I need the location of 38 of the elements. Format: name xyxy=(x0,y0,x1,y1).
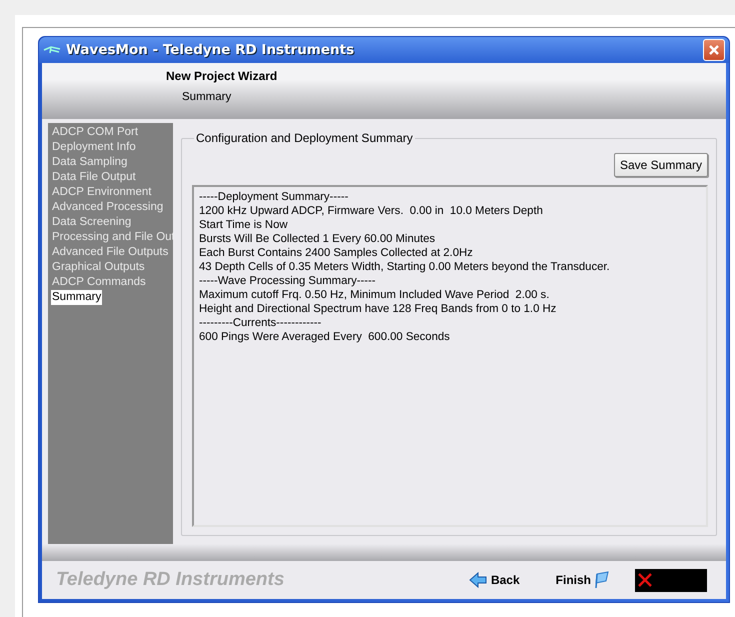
arrow-left-icon xyxy=(468,572,487,588)
summary-line: Start Time is Now xyxy=(199,218,288,232)
close-button[interactable] xyxy=(703,39,725,61)
sidebar-item[interactable]: ADCP Environment xyxy=(51,185,152,200)
sidebar-item[interactable]: Graphical Outputs xyxy=(51,260,146,275)
save-summary-button[interactable]: Save Summary xyxy=(614,153,708,177)
wizard-title: New Project Wizard xyxy=(166,69,278,83)
summary-line: Each Burst Contains 2400 Samples Collected at 2.0Hz xyxy=(199,246,473,260)
summary-line: -----Wave Processing Summary----- xyxy=(199,274,376,288)
sidebar-item[interactable]: Data File Output xyxy=(51,170,137,185)
sidebar-item[interactable]: Advanced File Outputs xyxy=(51,245,170,260)
summary-line: Height and Directional Spectrum have 128 Freq Bands from 0 to 1.0 Hz xyxy=(199,302,556,316)
sidebar-item[interactable]: ADCP COM Port xyxy=(51,125,140,140)
summary-line: 600 Pings Were Averaged Every 600.00 Seconds xyxy=(199,330,450,344)
sidebar-item[interactable]: Data Screening xyxy=(51,215,132,230)
summary-line: 43 Depth Cells of 0.35 Meters Width, Starting 0.00 Meters beyond the Transducer. xyxy=(199,260,610,274)
step-subtitle: Summary xyxy=(182,91,232,103)
sidebar-item[interactable]: ADCP Commands xyxy=(51,275,147,290)
cancel-button[interactable] xyxy=(635,568,707,592)
sidebar-item[interactable]: Data Sampling xyxy=(51,155,128,170)
group-title: Configuration and Deployment Summary xyxy=(195,131,414,145)
summary-line: 1200 kHz Upward ADCP, Firmware Vers. 0.00 in 10.0 Meters Depth xyxy=(199,204,543,218)
finish-button[interactable]: Finish xyxy=(556,571,609,589)
summary-text-area[interactable] xyxy=(192,185,708,527)
summary-line: -----Deployment Summary----- xyxy=(199,190,348,204)
brand-text: Teledyne RD Instruments xyxy=(56,569,286,591)
sidebar-item[interactable]: Deployment Info xyxy=(51,140,137,155)
sidebar-item[interactable]: Advanced Processing xyxy=(51,200,164,215)
summary-line: ---------Currents------------ xyxy=(199,316,322,330)
summary-line: Maximum cutoff Frq. 0.50 Hz, Minimum Included Wave Period 2.00 s. xyxy=(199,288,550,302)
close-icon xyxy=(708,44,720,56)
back-button[interactable]: Back xyxy=(468,572,520,588)
cross-icon xyxy=(638,573,652,587)
app-logo-icon xyxy=(43,45,61,55)
flag-icon xyxy=(595,571,609,589)
sidebar-item[interactable]: Summary xyxy=(51,290,102,305)
summary-line: Bursts Will Be Collected 1 Every 60.00 Minutes xyxy=(199,232,436,246)
window-title: WavesMon - Teledyne RD Instruments xyxy=(66,42,356,58)
